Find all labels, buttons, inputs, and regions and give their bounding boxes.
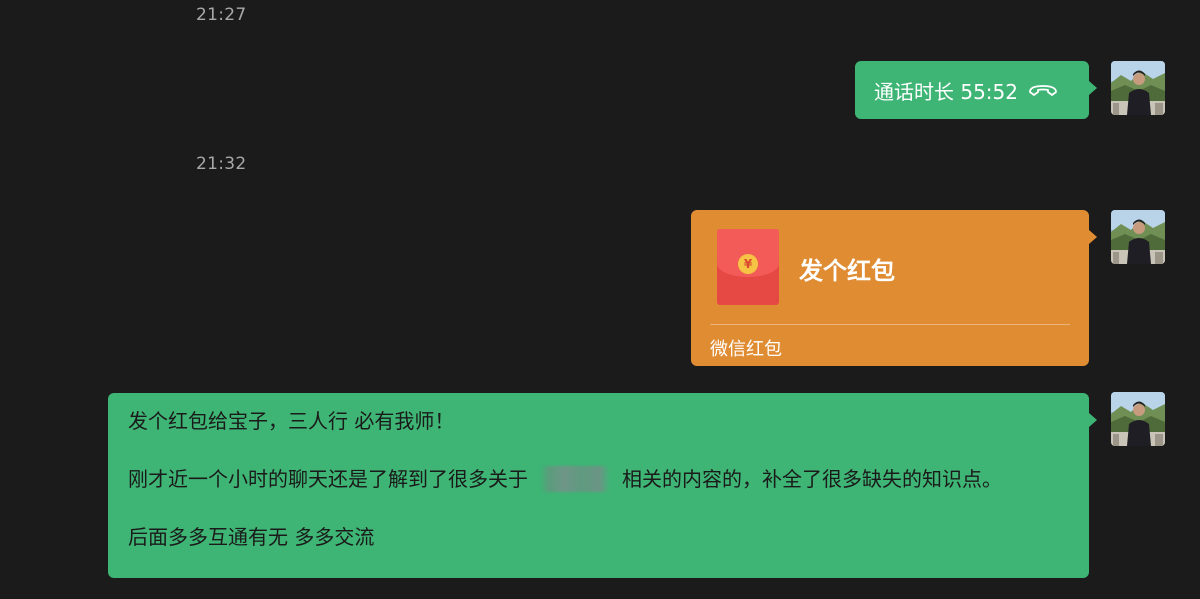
phone-hangup-icon (1026, 81, 1060, 99)
message-line: 发个红包给宝子，三人行 必有我师！ (128, 409, 455, 433)
bubble-tail (1089, 413, 1097, 427)
red-packet-footer: 微信红包 (710, 339, 782, 360)
message-text: 相关的内容的，补全了很多缺失的知识点。 (622, 467, 1002, 491)
avatar[interactable] (1111, 61, 1165, 115)
message-line: 后面多多互通有无 多多交流 (128, 525, 375, 549)
redacted-text (540, 466, 610, 492)
red-packet-message[interactable]: ¥ 发个红包 微信红包 (691, 210, 1097, 366)
text-message[interactable]: 发个红包给宝子，三人行 必有我师！ 刚才近一个小时的聊天还是了解到了很多关于 相关… (108, 393, 1097, 578)
call-duration-message[interactable]: 通话时长 55:52 (855, 61, 1097, 119)
timestamp: 21:27 (196, 5, 247, 25)
timestamp: 21:32 (196, 154, 247, 174)
bubble-tail (1089, 230, 1097, 244)
bubble-tail (1089, 81, 1097, 95)
red-packet-title: 发个红包 (799, 257, 895, 285)
avatar[interactable] (1111, 210, 1165, 264)
chat-area: 21:27 通话时长 55:52 21:32 ¥ 发个红包 微信红包 发个红包给… (0, 0, 1200, 599)
call-duration-text: 通话时长 55:52 (874, 79, 1018, 104)
avatar[interactable] (1111, 392, 1165, 446)
message-line: 刚才近一个小时的聊天还是了解到了很多关于 相关的内容的，补全了很多缺失的知识点。 (128, 465, 1070, 493)
red-packet-icon: ¥ (717, 229, 779, 305)
divider (710, 324, 1070, 325)
message-text: 刚才近一个小时的聊天还是了解到了很多关于 (128, 467, 528, 491)
